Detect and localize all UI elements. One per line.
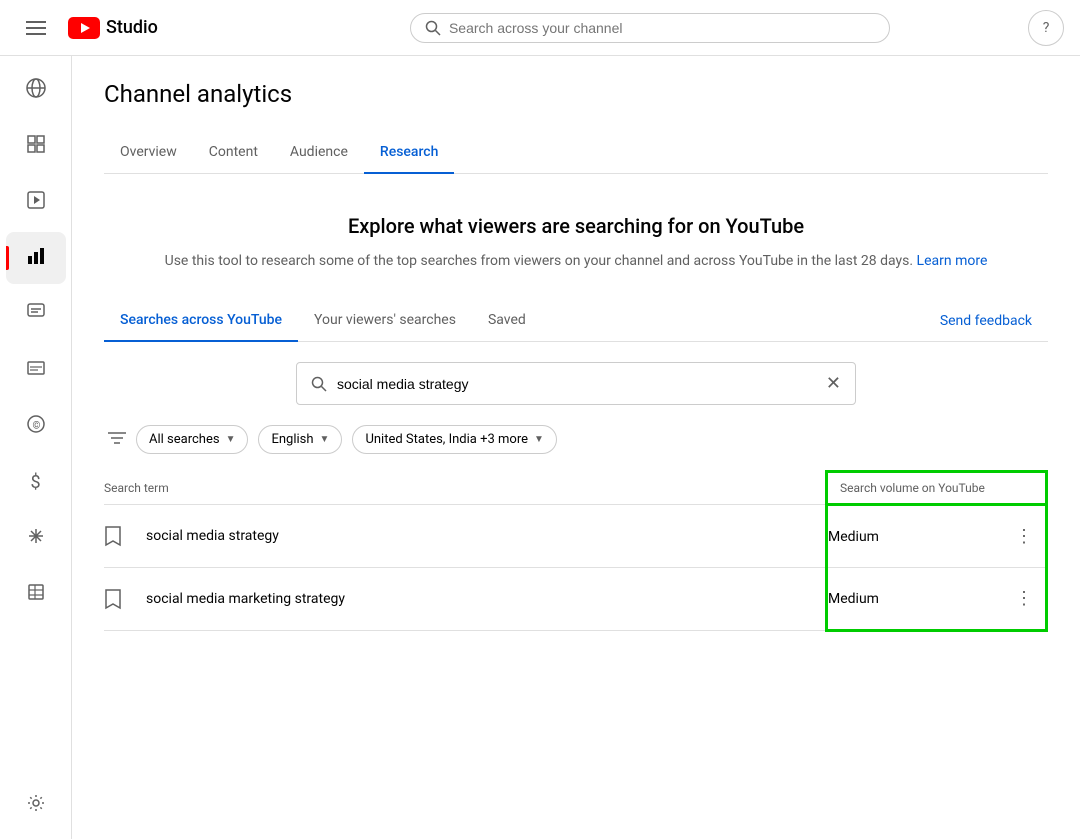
dashboard-icon [26, 134, 46, 159]
filter-chip-language[interactable]: English ▼ [258, 425, 342, 454]
sub-tabs: Searches across YouTube Your viewers' se… [104, 300, 1048, 342]
settings-icon [26, 793, 46, 817]
sub-tab-searches-youtube[interactable]: Searches across YouTube [104, 300, 298, 342]
library-icon [26, 582, 46, 607]
learn-more-link[interactable]: Learn more [917, 253, 988, 269]
main-content: Channel analytics Overview Content Audie… [72, 56, 1080, 839]
help-button[interactable]: ? [1028, 10, 1064, 46]
more-options-icon[interactable]: ⋮ [1015, 588, 1033, 609]
sidebar-item-monetization[interactable]: $ [6, 456, 66, 508]
studio-label: Studio [106, 17, 158, 38]
sub-tab-viewers-searches[interactable]: Your viewers' searches [298, 300, 472, 342]
global-search-input[interactable] [449, 20, 875, 36]
search-clear-button[interactable]: ✕ [826, 373, 841, 394]
result-volume-cell: Medium ⋮ [827, 568, 1047, 631]
sidebar-item-copyright[interactable]: © [6, 400, 66, 452]
send-feedback-button[interactable]: Send feedback [924, 305, 1048, 337]
results-table: Search term Search volume on YouTube [104, 470, 1048, 632]
chip-arrow-icon: ▼ [320, 434, 330, 445]
more-options-icon[interactable]: ⋮ [1015, 526, 1033, 547]
monetization-icon: $ [30, 472, 40, 493]
result-term-cell: social media strategy [104, 505, 827, 568]
table-row: social media marketing strategy Medium ⋮ [104, 568, 1047, 631]
tab-audience[interactable]: Audience [274, 132, 364, 174]
tab-overview[interactable]: Overview [104, 132, 193, 174]
svg-text:©: © [32, 419, 40, 431]
filter-chip-location[interactable]: United States, India +3 more ▼ [352, 425, 556, 454]
search-input-icon [311, 376, 327, 392]
analytics-icon [26, 246, 46, 271]
customise-icon [26, 526, 46, 551]
copyright-icon: © [26, 414, 46, 439]
sub-tab-saved[interactable]: Saved [472, 300, 542, 342]
filter-chip-search-type[interactable]: All searches ▼ [136, 425, 248, 454]
col-header-term: Search term [104, 472, 827, 505]
sidebar-item-analytics[interactable] [6, 232, 66, 284]
subtitles-icon [26, 358, 46, 383]
menu-button[interactable] [16, 8, 56, 48]
search-term-input[interactable] [337, 376, 816, 392]
top-nav: Studio ? [0, 0, 1080, 56]
bookmark-icon[interactable] [104, 525, 122, 547]
sidebar-item-customise[interactable] [6, 512, 66, 564]
tab-research[interactable]: Research [364, 132, 454, 174]
explore-title: Explore what viewers are searching for o… [104, 214, 1048, 238]
sidebar-item-comments[interactable] [6, 288, 66, 340]
explore-icon [25, 77, 47, 104]
search-input-box: ✕ [296, 362, 856, 405]
filter-row: All searches ▼ English ▼ United States, … [104, 425, 1048, 454]
chip-arrow-icon: ▼ [226, 434, 236, 445]
page-title: Channel analytics [104, 80, 1048, 108]
bookmark-icon[interactable] [104, 588, 122, 610]
sidebar-item-dashboard[interactable] [6, 120, 66, 172]
active-indicator [6, 246, 9, 270]
col-header-volume: Search volume on YouTube [827, 472, 1047, 505]
sidebar-item-explore[interactable] [6, 64, 66, 116]
youtube-logo-icon [68, 17, 100, 39]
chip-arrow-icon: ▼ [534, 434, 544, 445]
main-tabs: Overview Content Audience Research [104, 132, 1048, 174]
search-icon [425, 20, 441, 36]
sidebar-item-subtitles[interactable] [6, 344, 66, 396]
sidebar-item-content[interactable] [6, 176, 66, 228]
sidebar-settings[interactable] [6, 779, 66, 831]
tab-content[interactable]: Content [193, 132, 274, 174]
research-section: Explore what viewers are searching for o… [104, 174, 1048, 652]
sidebar-item-library[interactable] [6, 568, 66, 620]
filter-icon [108, 431, 126, 449]
global-search-bar[interactable] [410, 13, 890, 43]
comments-icon [26, 302, 46, 327]
explore-desc: Use this tool to research some of the to… [104, 250, 1048, 272]
table-row: social media strategy Medium ⋮ [104, 505, 1047, 568]
content-icon [26, 190, 46, 215]
result-term-cell: social media marketing strategy [104, 568, 827, 631]
result-volume-cell: Medium ⋮ [827, 505, 1047, 568]
sidebar: © $ [0, 56, 72, 839]
logo-area: Studio [68, 17, 158, 39]
search-input-container: ✕ [104, 362, 1048, 405]
page-layout: © $ [0, 0, 1080, 839]
